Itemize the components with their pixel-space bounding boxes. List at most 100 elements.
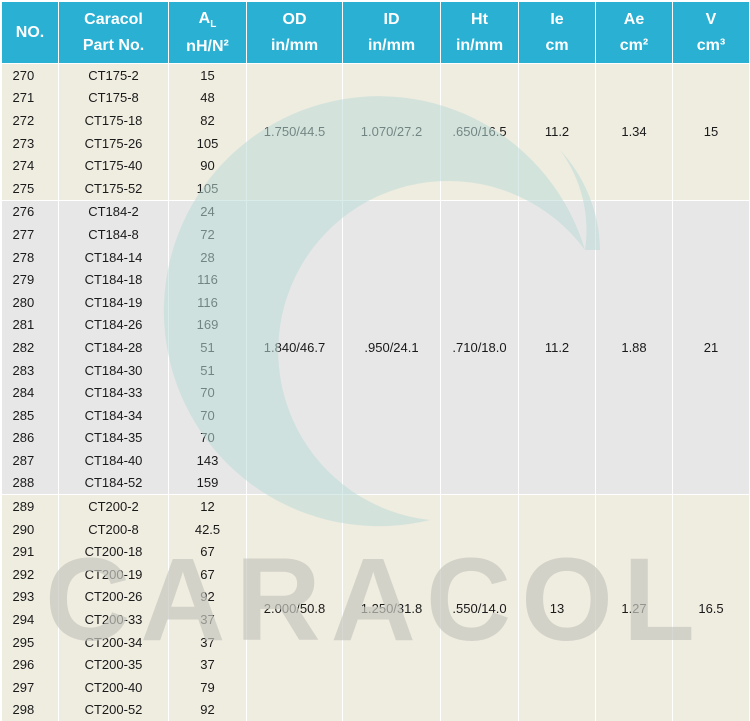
al-value: 67 <box>168 563 247 586</box>
row-number: 294 <box>1 608 59 631</box>
al-value: 67 <box>168 540 247 564</box>
ht-value: .710/18.0 <box>440 199 519 495</box>
al-value: 37 <box>168 653 247 677</box>
part-number: CT184-33 <box>58 381 169 404</box>
al-value: 24 <box>168 199 247 224</box>
al-value: 116 <box>168 290 247 314</box>
table-row: 276 CT184-2 24 1.840/46.7.950/24.1.710/18.0… <box>1 199 750 495</box>
al-value: 105 <box>168 176 247 201</box>
core-spec-table: NO. Caracol Part No. AL nH/N² OD in/mm ID in… <box>1 1 750 721</box>
part-number: CT184-8 <box>58 223 169 246</box>
row-number: 290 <box>1 517 59 541</box>
table-row: 289 CT200-2 12 2.000/50.8 1.250/31.8.550/14.… <box>1 494 750 721</box>
row-number: 284 <box>1 381 59 404</box>
header-ht: Ht in/mm <box>440 1 519 64</box>
al-value: 169 <box>168 313 247 337</box>
ht-value: .650/16.5 <box>440 63 519 201</box>
od-value: 1.750/44.5 <box>246 63 343 201</box>
part-number: CT184-52 <box>58 471 169 495</box>
part-number: CT184-2 <box>58 199 169 224</box>
al-value: 48 <box>168 86 247 110</box>
header-no: NO. <box>1 1 59 64</box>
row-number: 270 <box>1 63 59 87</box>
part-number: CT200-18 <box>58 540 169 564</box>
v-value: 21 <box>672 199 750 495</box>
core-group-3: 289 CT200-2 12 2.000/50.8 1.250/31.8.550/14.… <box>1 494 750 721</box>
part-number: CT200-2 <box>58 494 169 518</box>
al-value: 37 <box>168 608 247 631</box>
part-number: CT184-18 <box>58 268 169 291</box>
ie-value: 13 <box>518 494 596 721</box>
part-number: CT184-28 <box>58 336 169 359</box>
al-value: 51 <box>168 336 247 359</box>
row-number: 296 <box>1 653 59 677</box>
al-value: 51 <box>168 358 247 382</box>
al-value: 15 <box>168 63 247 87</box>
row-number: 292 <box>1 563 59 586</box>
part-number: CT200-35 <box>58 653 169 677</box>
part-number: CT184-19 <box>58 290 169 314</box>
header-ie: Ie cm <box>518 1 596 64</box>
part-number: CT200-52 <box>58 698 169 721</box>
part-number: CT200-33 <box>58 608 169 631</box>
row-number: 281 <box>1 313 59 337</box>
header-id: ID in/mm <box>342 1 441 64</box>
part-number: CT184-14 <box>58 245 169 269</box>
part-number: CT175-8 <box>58 86 169 110</box>
v-value: 15 <box>672 63 750 201</box>
ie-value: 11.2 <box>518 199 596 495</box>
table-row: 270 CT175-2 15 1.750/44.5 1.070/27.2.650/16.… <box>1 63 750 201</box>
row-number: 287 <box>1 449 59 472</box>
id-value: 1.070/27.2 <box>342 63 441 201</box>
ie-value: 11.2 <box>518 63 596 201</box>
header-row: NO. Caracol Part No. AL nH/N² OD in/mm ID in… <box>1 1 750 64</box>
al-value: 70 <box>168 403 247 427</box>
al-value: 72 <box>168 223 247 246</box>
row-number: 277 <box>1 223 59 246</box>
row-number: 275 <box>1 176 59 201</box>
al-value: 82 <box>168 109 247 132</box>
header-part-no: Caracol Part No. <box>58 1 169 64</box>
part-number: CT175-18 <box>58 109 169 132</box>
part-number: CT175-2 <box>58 63 169 87</box>
core-group-1: 270 CT175-2 15 1.750/44.5 1.070/27.2.650/16.… <box>1 63 750 201</box>
row-number: 271 <box>1 86 59 110</box>
row-number: 272 <box>1 109 59 132</box>
al-value: 37 <box>168 630 247 654</box>
header-ae: Ae cm² <box>595 1 673 64</box>
row-number: 297 <box>1 676 59 699</box>
od-value: 2.000/50.8 <box>246 494 343 721</box>
al-value: 90 <box>168 154 247 177</box>
header-od: OD in/mm <box>246 1 343 64</box>
al-value: 92 <box>168 698 247 721</box>
part-number: CT184-35 <box>58 426 169 450</box>
row-number: 291 <box>1 540 59 564</box>
row-number: 274 <box>1 154 59 177</box>
al-value: 70 <box>168 426 247 450</box>
ae-value: 1.34 <box>595 63 673 201</box>
v-value: 16.5 <box>672 494 750 721</box>
row-number: 273 <box>1 131 59 155</box>
part-number: CT175-26 <box>58 131 169 155</box>
part-number: CT184-34 <box>58 403 169 427</box>
ht-value: .550/14.0 <box>440 494 519 721</box>
al-value: 42.5 <box>168 517 247 541</box>
ae-value: 1.27 <box>595 494 673 721</box>
al-value: 105 <box>168 131 247 155</box>
spec-sheet: NO. Caracol Part No. AL nH/N² OD in/mm ID in… <box>0 0 750 721</box>
id-value: .950/24.1 <box>342 199 441 495</box>
row-number: 286 <box>1 426 59 450</box>
row-number: 298 <box>1 698 59 721</box>
al-value: 143 <box>168 449 247 472</box>
row-number: 282 <box>1 336 59 359</box>
id-value: 1.250/31.8 <box>342 494 441 721</box>
part-number: CT175-40 <box>58 154 169 177</box>
row-number: 280 <box>1 290 59 314</box>
al-value: 92 <box>168 585 247 609</box>
part-number: CT200-26 <box>58 585 169 609</box>
al-value: 159 <box>168 471 247 495</box>
row-number: 288 <box>1 471 59 495</box>
row-number: 278 <box>1 245 59 269</box>
part-number: CT200-40 <box>58 676 169 699</box>
row-number: 285 <box>1 403 59 427</box>
